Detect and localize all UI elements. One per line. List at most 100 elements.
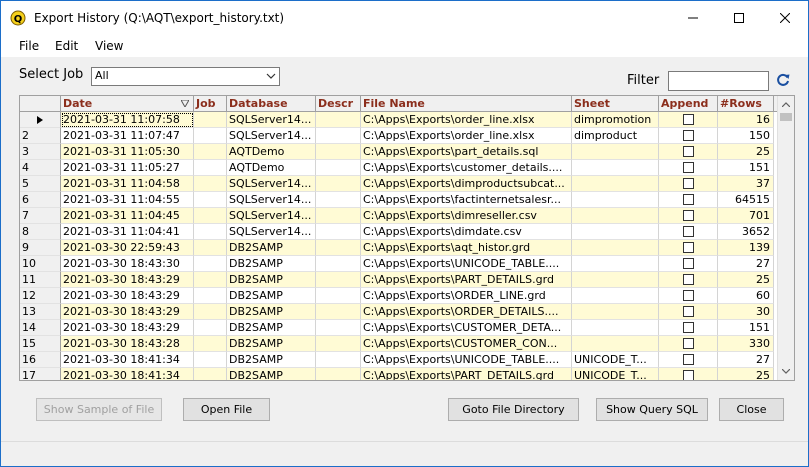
table-row[interactable]: 14 2021-03-30 18:43:29 DB2SAMP C:\Apps\Expo… bbox=[20, 320, 779, 336]
cell-database[interactable]: SQLServer14... bbox=[227, 112, 316, 128]
show-query-sql-button[interactable]: Show Query SQL bbox=[596, 398, 708, 421]
cell-job[interactable] bbox=[194, 128, 227, 144]
row-header[interactable]: 17 bbox=[20, 368, 61, 380]
cell-rows[interactable]: 139 bbox=[718, 240, 774, 256]
append-checkbox[interactable] bbox=[683, 258, 694, 269]
cell-rows[interactable]: 25 bbox=[718, 368, 774, 380]
table-row[interactable]: 15 2021-03-30 18:43:28 DB2SAMP C:\Apps\Expo… bbox=[20, 336, 779, 352]
cell-job[interactable] bbox=[194, 208, 227, 224]
cell-descr[interactable] bbox=[316, 336, 361, 352]
cell-rows[interactable]: 64515 bbox=[718, 192, 774, 208]
row-header[interactable]: 3 bbox=[20, 144, 61, 160]
append-checkbox[interactable] bbox=[683, 146, 694, 157]
append-checkbox[interactable] bbox=[683, 162, 694, 173]
cell-sheet[interactable]: UNICODE_T... bbox=[572, 368, 659, 380]
table-row[interactable]: 9 2021-03-30 22:59:43 DB2SAMP C:\Apps\Expor… bbox=[20, 240, 779, 256]
append-checkbox[interactable] bbox=[683, 322, 694, 333]
cell-descr[interactable] bbox=[316, 192, 361, 208]
row-header[interactable]: 4 bbox=[20, 160, 61, 176]
table-row[interactable]: 2 2021-03-31 11:07:47 SQLServer14... C:\App… bbox=[20, 128, 779, 144]
cell-append[interactable] bbox=[659, 336, 718, 352]
append-checkbox[interactable] bbox=[683, 274, 694, 285]
cell-date[interactable]: 2021-03-30 18:43:28 bbox=[61, 336, 194, 352]
row-header[interactable]: 10 bbox=[20, 256, 61, 272]
cell-append[interactable] bbox=[659, 112, 718, 128]
cell-date[interactable]: 2021-03-31 11:04:55 bbox=[61, 192, 194, 208]
minimize-button[interactable] bbox=[670, 1, 716, 35]
menu-edit[interactable]: Edit bbox=[55, 35, 78, 57]
show-sample-button[interactable]: Show Sample of File bbox=[36, 398, 162, 421]
table-row[interactable]: 12 2021-03-30 18:43:29 DB2SAMP C:\Apps\Expo… bbox=[20, 288, 779, 304]
row-header[interactable]: 6 bbox=[20, 192, 61, 208]
cell-job[interactable] bbox=[194, 320, 227, 336]
cell-sheet[interactable] bbox=[572, 304, 659, 320]
table-row[interactable]: 6 2021-03-31 11:04:55 SQLServer14... C:\App… bbox=[20, 192, 779, 208]
cell-descr[interactable] bbox=[316, 320, 361, 336]
row-header[interactable]: 12 bbox=[20, 288, 61, 304]
column-header-date[interactable]: Date bbox=[61, 96, 194, 111]
column-header-sheet[interactable]: Sheet bbox=[572, 96, 659, 111]
cell-database[interactable]: DB2SAMP bbox=[227, 304, 316, 320]
cell-date[interactable]: 2021-03-31 11:04:45 bbox=[61, 208, 194, 224]
cell-descr[interactable] bbox=[316, 144, 361, 160]
row-header[interactable]: 7 bbox=[20, 208, 61, 224]
scroll-up-button[interactable] bbox=[778, 96, 794, 113]
row-header[interactable]: 15 bbox=[20, 336, 61, 352]
cell-descr[interactable] bbox=[316, 112, 361, 128]
open-file-button[interactable]: Open File bbox=[183, 398, 270, 421]
cell-database[interactable]: DB2SAMP bbox=[227, 240, 316, 256]
cell-file[interactable]: C:\Apps\Exports\factinternetsalesr... bbox=[361, 192, 572, 208]
append-checkbox[interactable] bbox=[683, 306, 694, 317]
cell-append[interactable] bbox=[659, 224, 718, 240]
cell-job[interactable] bbox=[194, 192, 227, 208]
cell-date[interactable]: 2021-03-30 18:43:29 bbox=[61, 304, 194, 320]
cell-job[interactable] bbox=[194, 160, 227, 176]
cell-descr[interactable] bbox=[316, 208, 361, 224]
append-checkbox[interactable] bbox=[683, 338, 694, 349]
table-row[interactable]: 11 2021-03-30 18:43:29 DB2SAMP C:\Apps\Expo… bbox=[20, 272, 779, 288]
cell-descr[interactable] bbox=[316, 304, 361, 320]
cell-append[interactable] bbox=[659, 320, 718, 336]
table-row[interactable]: 2021-03-31 11:07:58 SQLServer14... C:\Apps… bbox=[20, 112, 779, 128]
row-header[interactable]: 8 bbox=[20, 224, 61, 240]
cell-sheet[interactable] bbox=[572, 272, 659, 288]
cell-descr[interactable] bbox=[316, 240, 361, 256]
append-checkbox[interactable] bbox=[683, 130, 694, 141]
cell-file[interactable]: C:\Apps\Exports\customer_details.... bbox=[361, 160, 572, 176]
cell-job[interactable] bbox=[194, 240, 227, 256]
vertical-scrollbar[interactable] bbox=[777, 96, 794, 380]
cell-date[interactable]: 2021-03-31 11:05:27 bbox=[61, 160, 194, 176]
cell-file[interactable]: C:\Apps\Exports\CUSTOMER_CON... bbox=[361, 336, 572, 352]
cell-job[interactable] bbox=[194, 144, 227, 160]
cell-sheet[interactable]: UNICODE_T... bbox=[572, 352, 659, 368]
cell-sheet[interactable] bbox=[572, 224, 659, 240]
cell-database[interactable]: AQTDemo bbox=[227, 144, 316, 160]
refresh-icon[interactable] bbox=[775, 72, 791, 88]
cell-append[interactable] bbox=[659, 368, 718, 380]
column-header-job[interactable]: Job bbox=[194, 96, 227, 111]
cell-descr[interactable] bbox=[316, 160, 361, 176]
cell-database[interactable]: SQLServer14... bbox=[227, 128, 316, 144]
column-header-descr[interactable]: Descr bbox=[316, 96, 361, 111]
cell-date[interactable]: 2021-03-30 18:43:30 bbox=[61, 256, 194, 272]
cell-rows[interactable]: 27 bbox=[718, 256, 774, 272]
cell-date[interactable]: 2021-03-30 18:41:34 bbox=[61, 352, 194, 368]
cell-date[interactable]: 2021-03-30 22:59:43 bbox=[61, 240, 194, 256]
cell-database[interactable]: SQLServer14... bbox=[227, 224, 316, 240]
cell-database[interactable]: SQLServer14... bbox=[227, 208, 316, 224]
cell-rows[interactable]: 60 bbox=[718, 288, 774, 304]
row-header[interactable]: 13 bbox=[20, 304, 61, 320]
append-checkbox[interactable] bbox=[683, 354, 694, 365]
table-row[interactable]: 13 2021-03-30 18:43:29 DB2SAMP C:\Apps\Expo… bbox=[20, 304, 779, 320]
cell-rows[interactable]: 27 bbox=[718, 352, 774, 368]
cell-descr[interactable] bbox=[316, 272, 361, 288]
goto-file-directory-button[interactable]: Goto File Directory bbox=[448, 398, 579, 421]
table-row[interactable]: 8 2021-03-31 11:04:41 SQLServer14... C:\App… bbox=[20, 224, 779, 240]
cell-rows[interactable]: 150 bbox=[718, 128, 774, 144]
close-button[interactable]: Close bbox=[719, 398, 784, 421]
append-checkbox[interactable] bbox=[683, 242, 694, 253]
filter-input[interactable] bbox=[668, 71, 769, 91]
cell-sheet[interactable] bbox=[572, 256, 659, 272]
title-bar[interactable]: Q Export History (Q:\AQT\export_history.… bbox=[1, 1, 808, 35]
cell-rows[interactable]: 701 bbox=[718, 208, 774, 224]
